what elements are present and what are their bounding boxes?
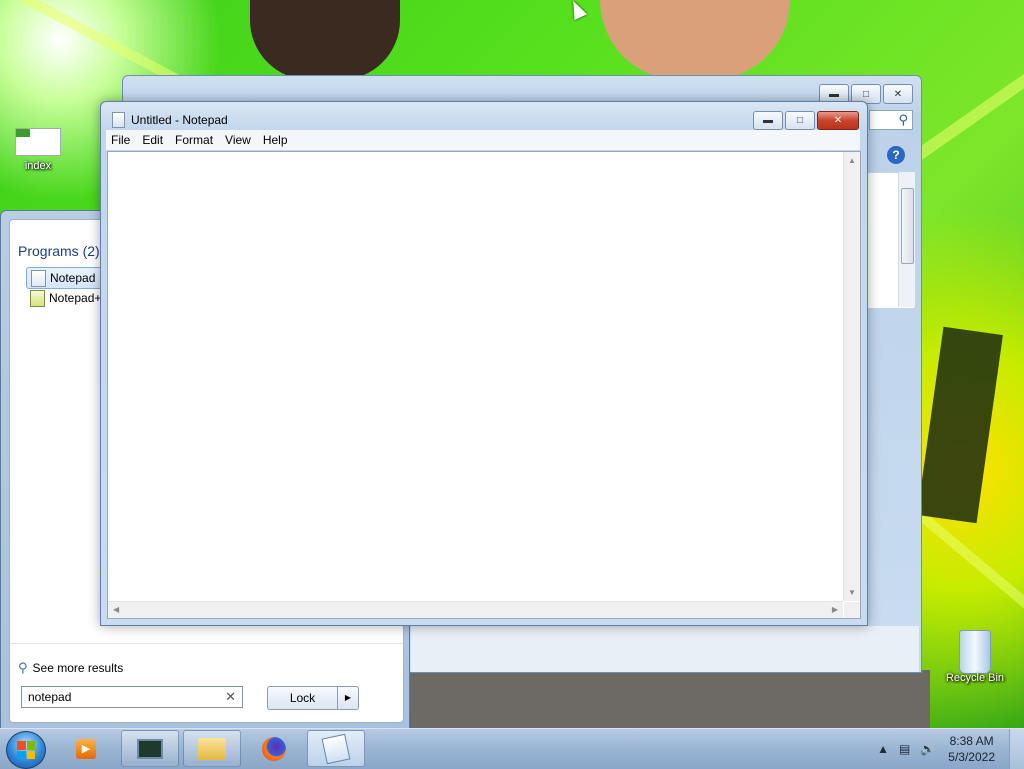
clock[interactable]: 8:38 AM 5/3/2022 <box>948 733 995 765</box>
see-more-results-link[interactable]: ⚲ See more results <box>18 660 123 676</box>
menu-edit[interactable]: Edit <box>137 133 168 147</box>
window-controls: ▬ □ ✕ <box>753 111 859 130</box>
clock-time: 8:38 AM <box>949 734 994 748</box>
menu-file[interactable]: File <box>106 133 135 147</box>
divider <box>10 643 403 644</box>
program-result-notepadpp[interactable]: Notepad++ <box>26 288 108 308</box>
minimize-button[interactable]: ▬ <box>753 111 783 130</box>
media-player-icon: ▶ <box>76 738 96 759</box>
menu-help[interactable]: Help <box>258 133 293 147</box>
file-explorer-icon <box>198 737 226 760</box>
notepad-icon <box>31 269 46 287</box>
notepadpp-icon <box>30 289 45 307</box>
notepad-window[interactable]: Untitled - Notepad ▬ □ ✕ File Edit Forma… <box>100 101 868 626</box>
taskbar-media-player[interactable]: ▶ <box>62 730 110 767</box>
horizontal-scrollbar[interactable]: ◀ ▶ <box>108 601 843 618</box>
resize-grip[interactable] <box>844 602 860 618</box>
desktop-icon-label: index <box>24 160 52 172</box>
help-icon[interactable]: ? <box>887 146 905 164</box>
scroll-left-icon[interactable]: ◀ <box>113 605 119 614</box>
maximize-button[interactable]: □ <box>785 111 815 130</box>
scroll-right-icon[interactable]: ▶ <box>832 605 838 614</box>
vertical-scrollbar[interactable] <box>898 172 915 307</box>
menu-bar: File Edit Format View Help <box>106 130 860 150</box>
notification-area: ▲ ▤ 🔊 8:38 AM 5/3/2022 <box>872 729 1024 769</box>
menu-view[interactable]: View <box>220 133 256 147</box>
lock-label: Lock <box>289 691 316 705</box>
recycle-bin-icon <box>959 630 991 674</box>
search-icon: ⚲ <box>18 660 28 675</box>
vertical-scrollbar[interactable]: ▲ ▼ <box>843 152 860 601</box>
network-icon[interactable]: ▤ <box>899 742 910 756</box>
start-search-box[interactable]: ✕ <box>21 686 243 708</box>
wallpaper-streak <box>915 509 1024 621</box>
wallpaper-figure <box>250 0 400 80</box>
clear-icon[interactable]: ✕ <box>225 689 236 705</box>
firefox-icon <box>262 736 286 761</box>
menu-format[interactable]: Format <box>170 133 218 147</box>
close-button[interactable]: ✕ <box>883 84 913 104</box>
clock-date: 5/3/2022 <box>948 750 995 764</box>
search-icon: ⚲ <box>898 112 908 127</box>
desktop-icon-index[interactable]: index <box>6 128 70 172</box>
image-file-icon <box>15 128 61 156</box>
notepad-icon <box>112 112 125 128</box>
search-box[interactable]: ⚲ <box>869 110 913 130</box>
search-input[interactable] <box>28 690 226 704</box>
lock-button[interactable]: Lock ▶ <box>267 686 359 710</box>
program-label: Notepad <box>50 271 96 285</box>
task-manager-icon <box>137 738 163 759</box>
window-title: Untitled - Notepad <box>131 113 228 127</box>
title-bar[interactable]: Untitled - Notepad <box>112 112 228 128</box>
status-area <box>411 626 919 672</box>
taskbar: ▶ ▲ ▤ 🔊 8:38 AM 5/3/2022 <box>0 728 1024 769</box>
desktop-icon-recycle-bin[interactable]: Recycle Bin <box>943 630 1007 684</box>
scroll-up-icon[interactable]: ▲ <box>848 156 856 165</box>
taskbar-file-explorer[interactable] <box>183 730 241 767</box>
wallpaper-figure <box>600 0 790 80</box>
taskbar-firefox[interactable] <box>245 730 303 767</box>
wallpaper-scribble <box>917 326 1003 524</box>
taskbar-task-manager[interactable] <box>121 730 179 767</box>
show-desktop-button[interactable] <box>1009 729 1024 769</box>
show-hidden-icons-icon[interactable]: ▲ <box>877 742 889 756</box>
start-button[interactable] <box>6 731 46 769</box>
arrow-right-icon[interactable]: ▶ <box>337 687 358 709</box>
text-editor[interactable]: ▲ ▼ ◀ ▶ <box>107 151 861 619</box>
wallpaper-figure <box>410 670 930 728</box>
see-more-label: See more results <box>32 661 124 675</box>
close-button[interactable]: ✕ <box>817 111 859 130</box>
windows-logo-icon <box>17 741 35 759</box>
taskbar-notepad[interactable] <box>307 730 365 767</box>
scrollbar-thumb[interactable] <box>901 188 914 264</box>
volume-icon[interactable]: 🔊 <box>920 742 935 756</box>
program-result-notepad[interactable]: Notepad <box>26 267 110 289</box>
desktop-icon-label: Recycle Bin <box>945 672 1005 684</box>
notepad-icon <box>321 733 351 764</box>
scroll-down-icon[interactable]: ▼ <box>848 588 856 597</box>
programs-heading[interactable]: Programs (2) <box>18 243 100 259</box>
